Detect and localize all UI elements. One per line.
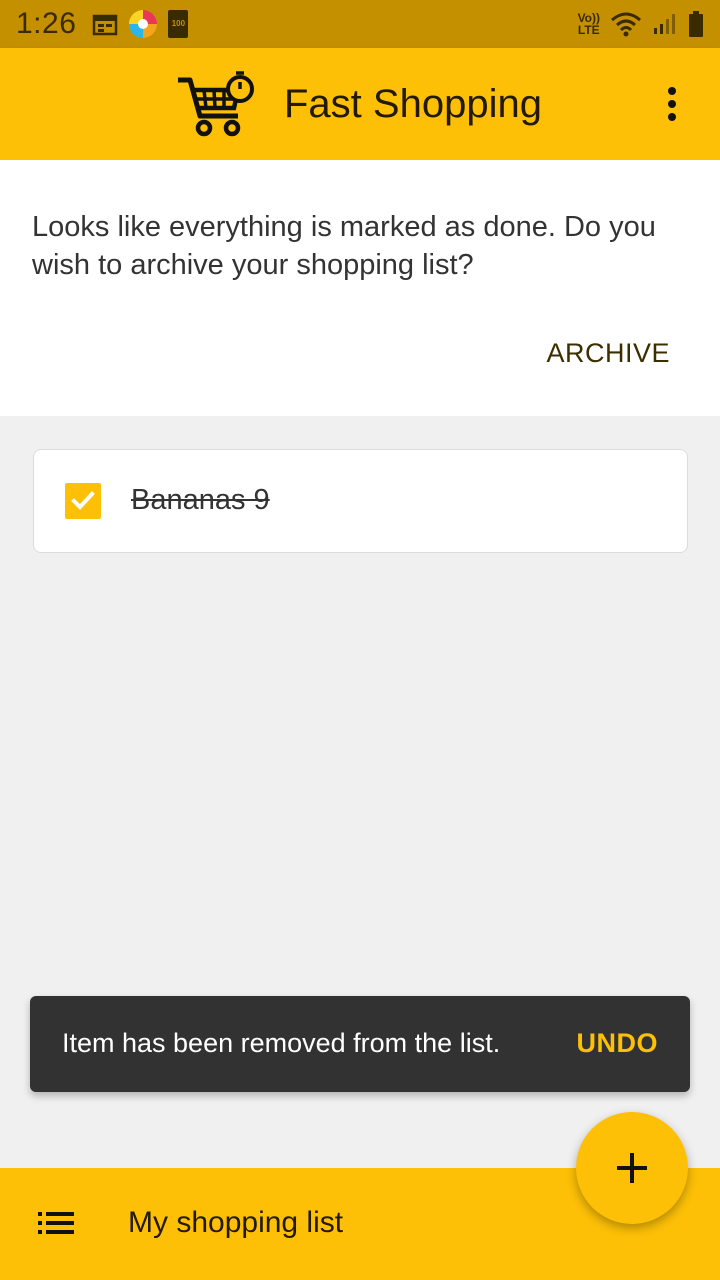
more-vert-icon[interactable]	[652, 80, 692, 128]
archive-banner: Looks like everything is marked as done.…	[0, 160, 720, 416]
app-bar: Fast Shopping	[0, 48, 720, 160]
lte-label: LTE	[577, 23, 600, 37]
list-icon[interactable]	[36, 1208, 76, 1238]
app-title: Fast Shopping	[284, 82, 542, 126]
wifi-icon	[611, 12, 641, 37]
browser-app-icon	[129, 10, 158, 38]
shopping-list-title[interactable]: My shopping list	[128, 1206, 343, 1240]
battery-saver-icon: 100	[168, 10, 189, 38]
menu-dot	[668, 113, 676, 121]
item-label: Bananas 9	[131, 484, 270, 516]
status-time: 1:26	[16, 7, 77, 40]
status-bar: 1:26 100 Vo)) LTE	[0, 0, 720, 48]
volte-indicator: Vo)) LTE	[578, 12, 600, 36]
menu-dot	[668, 100, 676, 108]
calendar-icon	[93, 14, 118, 36]
battery-saver-label: 100	[171, 19, 186, 28]
menu-dot	[668, 87, 676, 95]
snackbar: Item has been removed from the list. UND…	[30, 996, 690, 1092]
system-icons: Vo)) LTE	[578, 11, 704, 37]
add-item-button[interactable]	[576, 1112, 688, 1224]
snackbar-message: Item has been removed from the list.	[62, 1028, 501, 1058]
list-item[interactable]: Bananas 9	[33, 449, 688, 553]
undo-button[interactable]: UNDO	[577, 1028, 659, 1059]
check-icon	[71, 491, 95, 510]
item-checkbox[interactable]	[65, 483, 101, 519]
archive-button[interactable]: ARCHIVE	[546, 338, 670, 369]
plus-icon	[617, 1153, 647, 1183]
screen: 1:26 100 Vo)) LTE Fast Shopping Looks li…	[0, 0, 720, 1280]
banner-message: Looks like everything is marked as done.…	[32, 211, 656, 281]
notification-icons: 100	[92, 9, 189, 39]
shopping-cart-timer-icon	[178, 71, 254, 137]
battery-icon	[689, 11, 703, 37]
signal-icon	[654, 14, 675, 34]
